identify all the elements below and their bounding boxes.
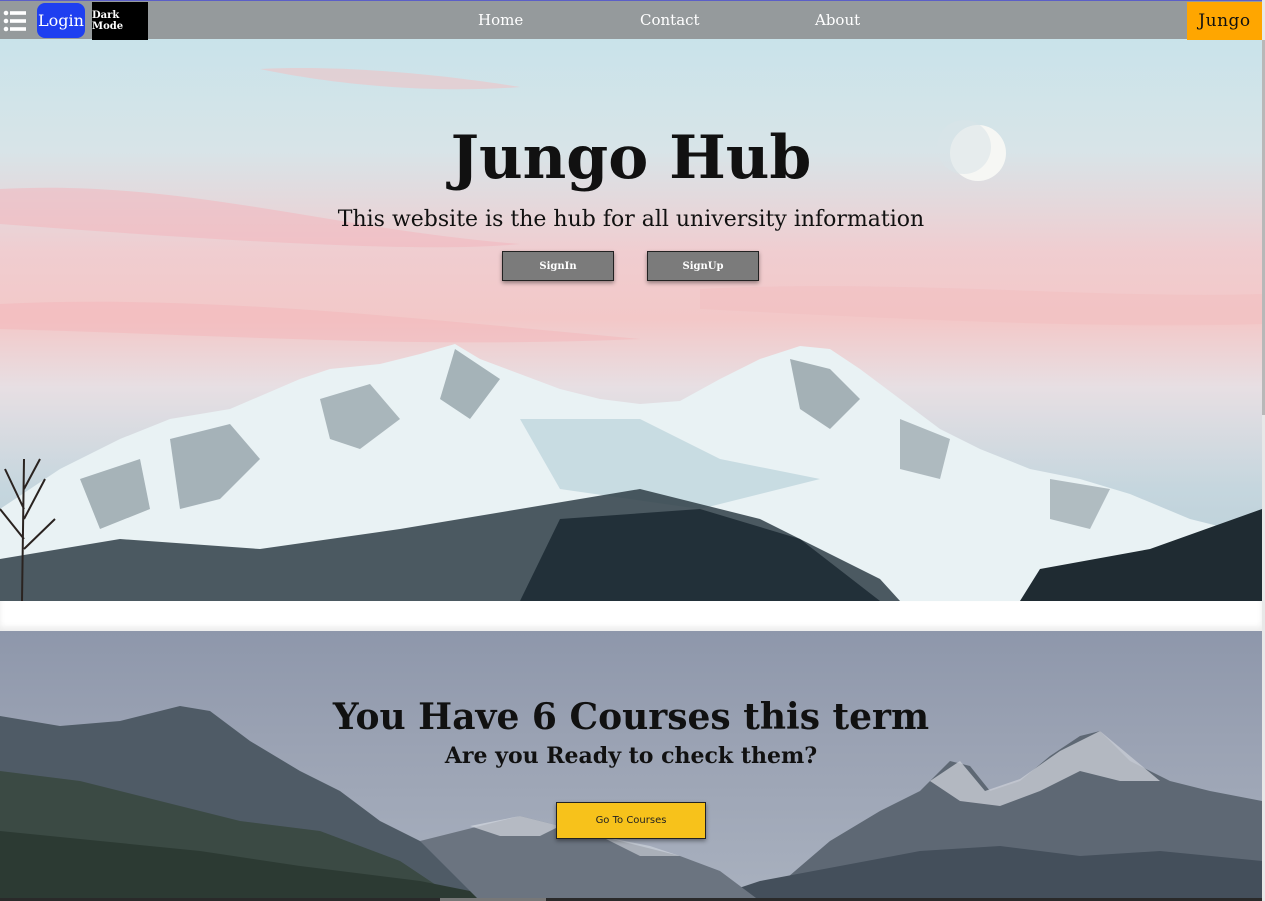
hero-title: Jungo Hub <box>450 123 812 193</box>
hero-subtitle: This website is the hub for all universi… <box>337 207 925 232</box>
top-navbar: Login Dark Mode Home Contact About Jungo <box>0 0 1262 40</box>
section-divider <box>0 601 1262 631</box>
hero-section: Jungo Hub This website is the hub for al… <box>0 39 1262 601</box>
login-button[interactable]: Login <box>37 3 85 38</box>
signin-button[interactable]: SignIn <box>502 251 614 281</box>
nav-link-home[interactable]: Home <box>478 11 523 29</box>
list-icon[interactable] <box>3 10 27 32</box>
courses-section: You Have 6 Courses this term Are you Rea… <box>0 631 1262 901</box>
courses-title: You Have 6 Courses this term <box>332 696 930 738</box>
nav-link-about[interactable]: About <box>815 11 860 29</box>
courses-subtitle: Are you Ready to check them? <box>444 743 818 769</box>
nav-link-contact[interactable]: Contact <box>640 11 700 29</box>
signup-button[interactable]: SignUp <box>647 251 759 281</box>
dark-mode-button[interactable]: Dark Mode <box>92 2 148 40</box>
go-to-courses-button[interactable]: Go To Courses <box>556 802 706 839</box>
brand-logo[interactable]: Jungo <box>1187 2 1262 40</box>
